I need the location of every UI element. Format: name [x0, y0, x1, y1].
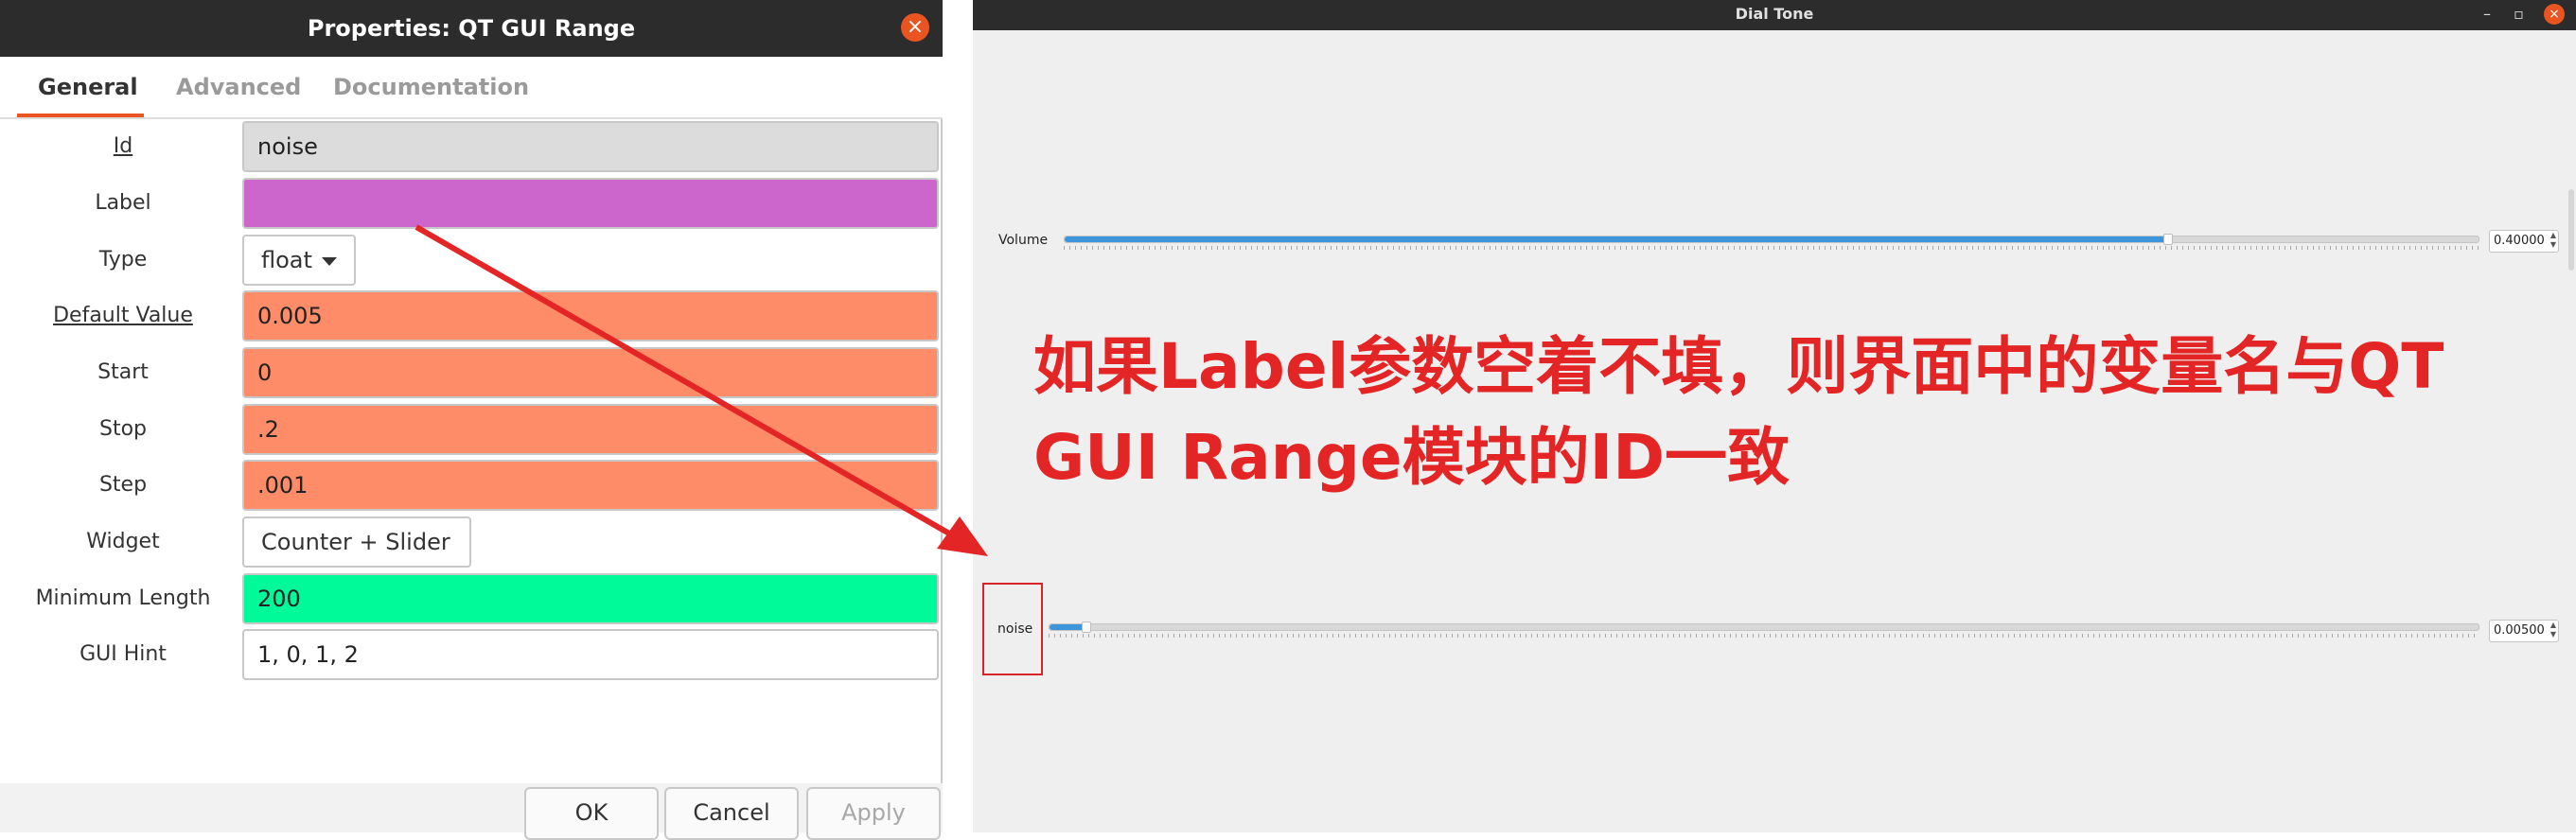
dialog-titlebar[interactable]: Properties: QT GUI Range ×: [0, 0, 943, 57]
noise-label: noise: [997, 621, 1033, 637]
spin-arrows-icon[interactable]: ▲ ▼: [2550, 621, 2556, 639]
widget-combo-value: Counter + Slider: [261, 529, 450, 555]
annotation-text: 如果Label参数空着不填，则界面中的变量名与QT GUI Range模块的ID…: [1033, 330, 2444, 494]
volume-spinbox-value: 0.40000: [2494, 234, 2545, 248]
minimize-icon[interactable]: –: [2483, 4, 2491, 25]
app-title: Dial Tone: [1735, 5, 1814, 23]
label-field[interactable]: [242, 178, 939, 229]
minimum-length-field[interactable]: 200: [242, 573, 939, 624]
volume-spinbox[interactable]: 0.40000 ▲ ▼: [2489, 230, 2559, 253]
scrollbar-handle[interactable]: [2568, 189, 2574, 271]
gui-hint-label: GUI Hint: [79, 642, 167, 666]
noise-slider-handle[interactable]: [1082, 621, 1091, 633]
type-combo[interactable]: float: [242, 235, 356, 286]
volume-slider[interactable]: [1064, 234, 2479, 245]
start-field[interactable]: 0: [242, 347, 939, 398]
app-titlebar[interactable]: Dial Tone – ▫ ×: [973, 0, 2576, 30]
start-label: Start: [97, 360, 149, 384]
dialog-footer: [0, 783, 943, 832]
close-icon[interactable]: ×: [901, 13, 929, 42]
chevron-down-icon: [321, 256, 337, 266]
gui-hint-field[interactable]: 1, 0, 1, 2: [242, 629, 939, 680]
spin-arrows-icon[interactable]: ▲ ▼: [2550, 231, 2556, 250]
id-field[interactable]: noise: [242, 121, 939, 172]
tab-general[interactable]: General: [38, 74, 138, 100]
stop-field[interactable]: .2: [242, 404, 939, 455]
widget-combo[interactable]: Counter + Slider: [242, 516, 471, 595]
tab-documentation[interactable]: Documentation: [333, 74, 529, 100]
volume-label: Volume: [998, 233, 1049, 248]
minimum-length-label: Minimum Length: [35, 586, 211, 610]
noise-slider[interactable]: [1049, 621, 2479, 633]
volume-slider-ticks: [1064, 246, 2479, 250]
noise-slider-fill: [1050, 624, 1085, 630]
default-value-field[interactable]: 0.005: [242, 290, 939, 341]
noise-spinbox[interactable]: 0.00500 ▲ ▼: [2489, 620, 2559, 642]
active-tab-indicator: [17, 114, 144, 117]
stop-label: Stop: [98, 417, 147, 441]
type-label: Type: [98, 248, 148, 271]
noise-slider-ticks: [1049, 634, 2479, 638]
tab-advanced[interactable]: Advanced: [176, 74, 301, 100]
restore-icon[interactable]: ▫: [2514, 4, 2524, 25]
id-label: Id: [113, 134, 133, 158]
tab-bar: General Advanced Documentation: [0, 57, 943, 119]
volume-slider-fill: [1065, 236, 2167, 242]
step-label: Step: [98, 473, 148, 497]
default-value-label: Default Value: [53, 304, 193, 327]
close-icon[interactable]: ×: [2544, 4, 2565, 25]
dialog-title: Properties: QT GUI Range: [307, 15, 636, 42]
step-field[interactable]: .001: [242, 460, 939, 511]
noise-spinbox-value: 0.00500: [2494, 623, 2545, 638]
label-label: Label: [95, 191, 151, 215]
volume-slider-handle[interactable]: [2163, 234, 2173, 245]
properties-dialog: Properties: QT GUI Range × General Advan…: [0, 0, 943, 840]
widget-label: Widget: [86, 530, 160, 553]
type-combo-value: float: [261, 247, 312, 273]
